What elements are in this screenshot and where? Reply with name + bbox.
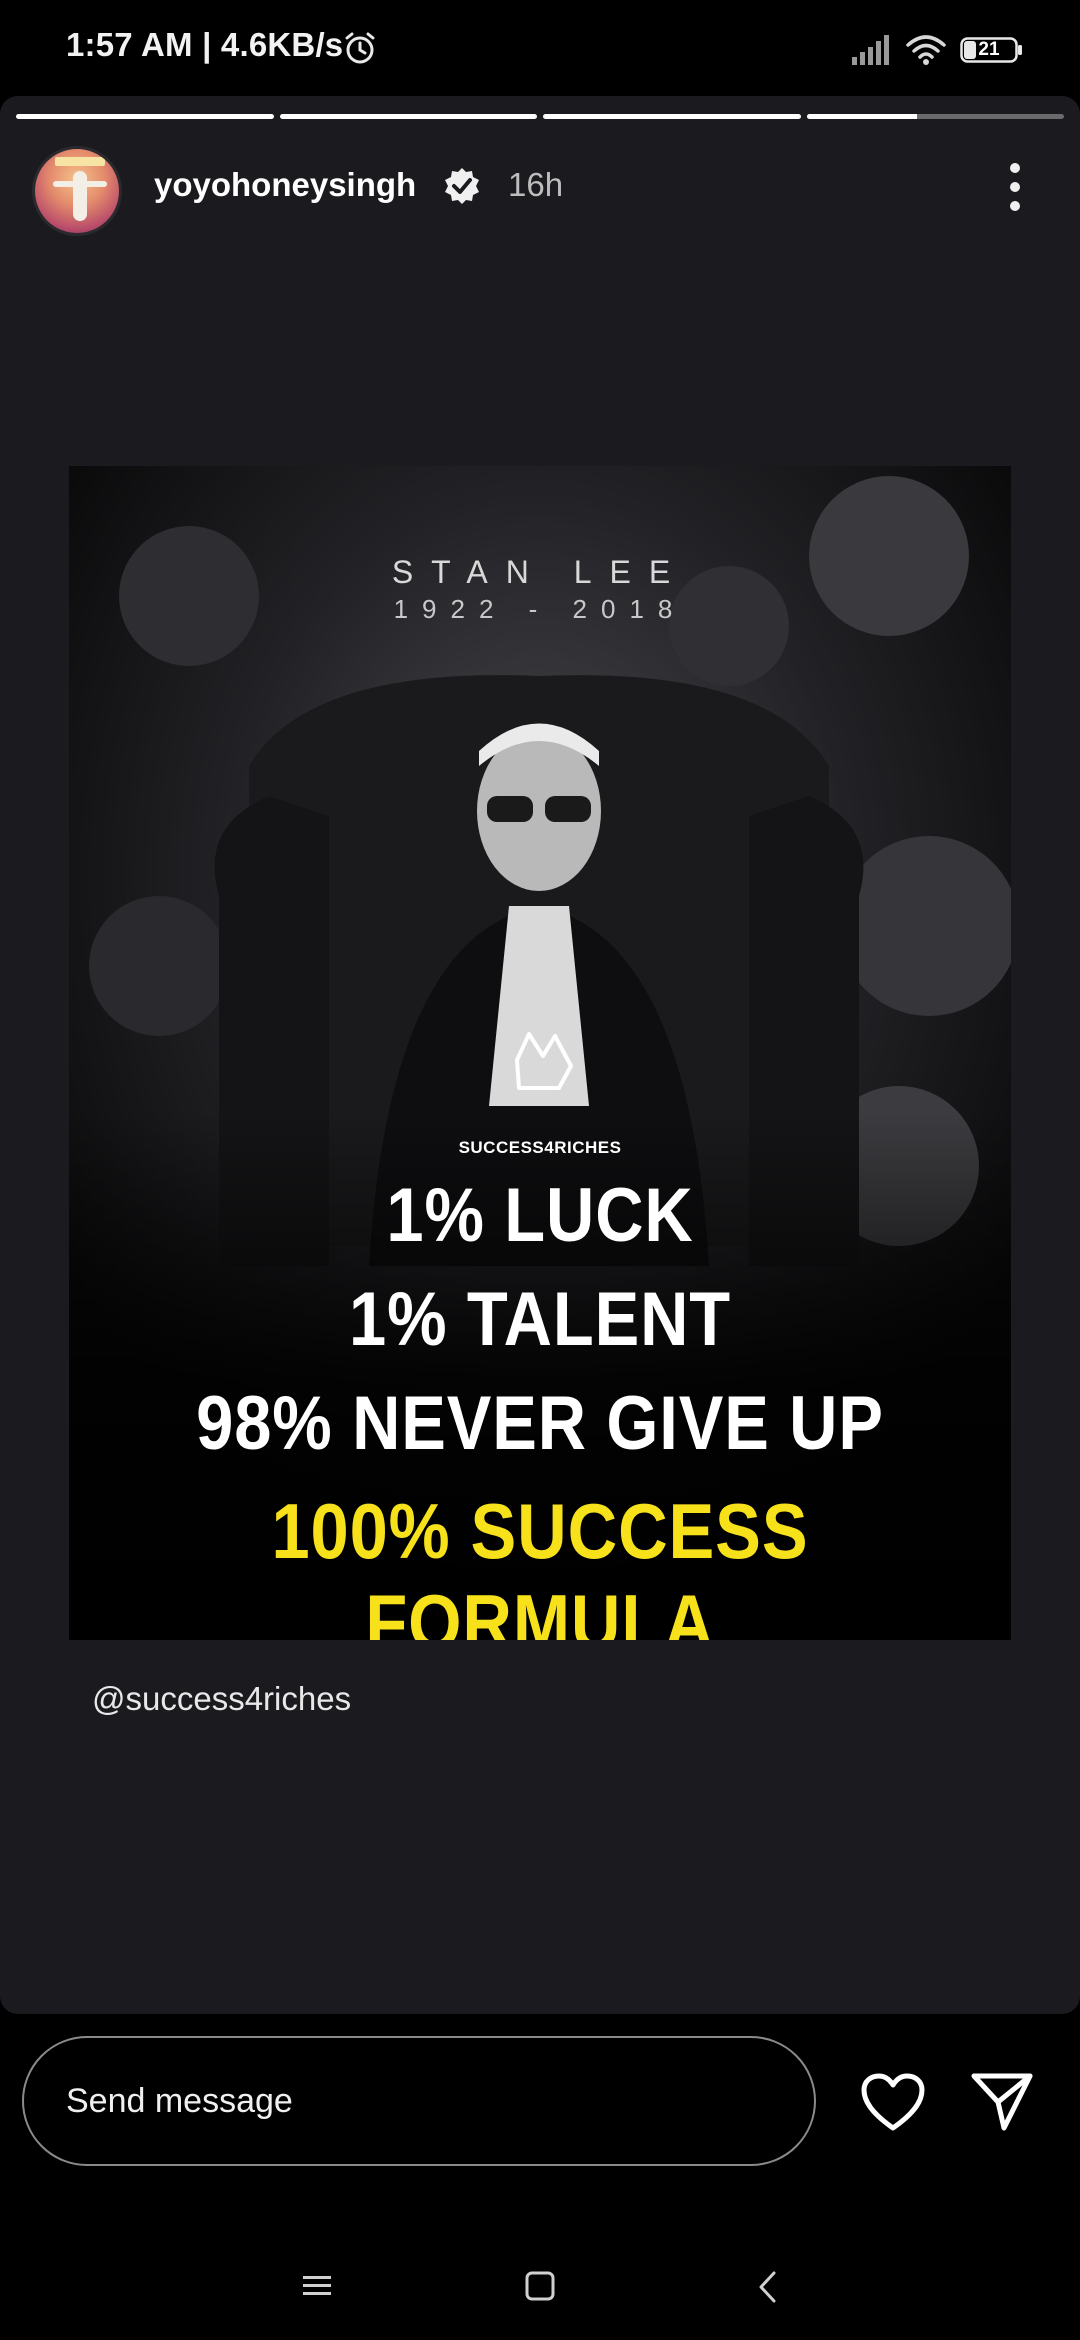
progress-fill bbox=[16, 114, 274, 119]
progress-fill bbox=[806, 114, 918, 119]
story-viewer[interactable]: yoyohoneysingh 16h STAN LEE 1922 - 2018 … bbox=[0, 96, 1080, 2014]
system-navigation-bar bbox=[0, 2214, 1080, 2340]
post-quote-line-2: 1% TALENT bbox=[349, 1277, 731, 1362]
menu-icon[interactable] bbox=[300, 2272, 334, 2300]
progress-segment bbox=[806, 114, 1064, 119]
story-caption-mention[interactable]: @success4riches bbox=[92, 1680, 351, 1718]
story-progress-bar bbox=[16, 114, 1064, 119]
alarm-icon bbox=[345, 32, 375, 64]
status-bar: 1:57 AM | 4.6KB/s 21 bbox=[0, 0, 1080, 96]
post-title: STAN LEE bbox=[391, 554, 689, 590]
more-vertical-icon[interactable] bbox=[1000, 160, 1030, 214]
signal-icon bbox=[852, 35, 889, 65]
avatar[interactable] bbox=[32, 146, 122, 236]
brand-logo-icon bbox=[515, 1032, 573, 1090]
avatar-figure bbox=[73, 171, 87, 221]
wifi-icon bbox=[906, 35, 946, 65]
progress-segment bbox=[16, 114, 274, 119]
post-brand-name: SUCCESS4RICHES bbox=[458, 1138, 622, 1157]
story-post-image: STAN LEE 1922 - 2018 SUCCESS4RICHES 1% L… bbox=[69, 466, 1011, 1640]
battery: 21 bbox=[960, 37, 1024, 63]
heart-icon[interactable] bbox=[860, 2072, 926, 2134]
post-quote-line-4: 100% SUCCESS FORMULA bbox=[271, 1487, 809, 1640]
progress-fill bbox=[543, 114, 801, 119]
send-icon[interactable] bbox=[970, 2070, 1034, 2132]
status-network-speed: 4.6KB/s bbox=[220, 26, 344, 63]
progress-segment bbox=[279, 114, 537, 119]
reply-bar bbox=[0, 2014, 1080, 2214]
progress-segment bbox=[543, 114, 801, 119]
status-time-speed: 1:57 AM | 4.6KB/s bbox=[66, 26, 343, 64]
progress-fill bbox=[279, 114, 537, 119]
send-message-input[interactable] bbox=[22, 2036, 816, 2166]
post-quote-line-3: 98% NEVER GIVE UP bbox=[196, 1381, 884, 1466]
battery-level: 21 bbox=[978, 39, 1000, 60]
back-icon[interactable] bbox=[756, 2270, 780, 2304]
username[interactable]: yoyohoneysingh bbox=[154, 166, 416, 204]
story-time-ago: 16h bbox=[508, 166, 564, 203]
home-icon[interactable] bbox=[524, 2270, 556, 2302]
post-quote-line-1: 1% LUCK bbox=[386, 1173, 694, 1258]
status-time: 1:57 AM bbox=[66, 26, 193, 63]
status-separator: | bbox=[202, 26, 221, 63]
post-years: 1922 - 2018 bbox=[393, 594, 687, 624]
avatar-label-graphic bbox=[55, 157, 105, 166]
status-icons: 21 bbox=[852, 30, 1024, 70]
verified-badge-icon bbox=[445, 168, 479, 204]
